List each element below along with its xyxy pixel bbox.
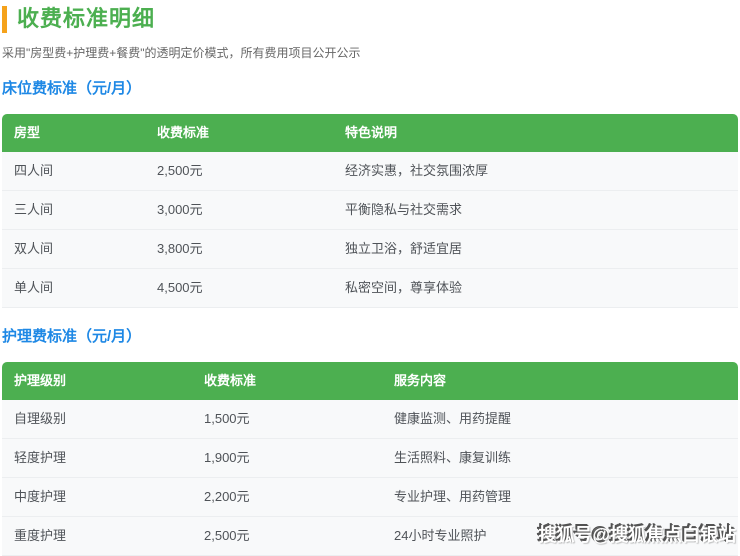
- bed-fee-section-heading: 床位费标准（元/月）: [2, 80, 738, 98]
- feature-cell: 平衡隐私与社交需求: [333, 191, 738, 230]
- table-row: 中度护理 2,200元 专业护理、用药管理: [2, 478, 738, 517]
- column-header-price: 收费标准: [145, 114, 333, 152]
- price-cell: 4,500元: [145, 269, 333, 308]
- fee-standards-page: 收费标准明细 采用"房型费+护理费+餐费"的透明定价模式，所有费用项目公开公示 …: [0, 6, 740, 554]
- feature-cell: 经济实惠，社交氛围浓厚: [333, 152, 738, 191]
- price-cell: 1,900元: [192, 439, 382, 478]
- page-title: 收费标准明细: [17, 6, 155, 32]
- column-header-care-level: 护理级别: [2, 362, 192, 400]
- room-type-cell: 双人间: [2, 230, 145, 269]
- price-cell: 2,200元: [192, 478, 382, 517]
- price-cell: 3,800元: [145, 230, 333, 269]
- price-cell: 1,500元: [192, 400, 382, 439]
- table-row: 轻度护理 1,900元 生活照料、康复训练: [2, 439, 738, 478]
- column-header-price: 收费标准: [192, 362, 382, 400]
- table-row: 单人间 4,500元 私密空间，尊享体验: [2, 269, 738, 308]
- room-type-cell: 三人间: [2, 191, 145, 230]
- care-level-cell: 重度护理: [2, 517, 192, 556]
- sohu-watermark: 搜狐号@搜狐焦点白银站: [538, 521, 736, 547]
- feature-cell: 私密空间，尊享体验: [333, 269, 738, 308]
- price-cell: 3,000元: [145, 191, 333, 230]
- column-header-room-type: 房型: [2, 114, 145, 152]
- service-cell: 专业护理、用药管理: [382, 478, 738, 517]
- table-row: 自理级别 1,500元 健康监测、用药提醒: [2, 400, 738, 439]
- table-header-row: 护理级别 收费标准 服务内容: [2, 362, 738, 400]
- care-fee-section-heading: 护理费标准（元/月）: [2, 328, 738, 346]
- table-header-row: 房型 收费标准 特色说明: [2, 114, 738, 152]
- bed-fee-table: 房型 收费标准 特色说明 四人间 2,500元 经济实惠，社交氛围浓厚 三人间 …: [2, 114, 738, 308]
- care-level-cell: 中度护理: [2, 478, 192, 517]
- title-accent-bar: [2, 6, 7, 33]
- price-cell: 2,500元: [145, 152, 333, 191]
- table-row: 四人间 2,500元 经济实惠，社交氛围浓厚: [2, 152, 738, 191]
- table-row: 三人间 3,000元 平衡隐私与社交需求: [2, 191, 738, 230]
- column-header-service: 服务内容: [382, 362, 738, 400]
- care-level-cell: 轻度护理: [2, 439, 192, 478]
- service-cell: 生活照料、康复训练: [382, 439, 738, 478]
- service-cell: 健康监测、用药提醒: [382, 400, 738, 439]
- room-type-cell: 四人间: [2, 152, 145, 191]
- feature-cell: 独立卫浴，舒适宜居: [333, 230, 738, 269]
- table-row: 双人间 3,800元 独立卫浴，舒适宜居: [2, 230, 738, 269]
- page-subtitle: 采用"房型费+护理费+餐费"的透明定价模式，所有费用项目公开公示: [2, 46, 738, 60]
- room-type-cell: 单人间: [2, 269, 145, 308]
- price-cell: 2,500元: [192, 517, 382, 556]
- page-title-row: 收费标准明细: [2, 6, 738, 33]
- column-header-feature: 特色说明: [333, 114, 738, 152]
- care-level-cell: 自理级别: [2, 400, 192, 439]
